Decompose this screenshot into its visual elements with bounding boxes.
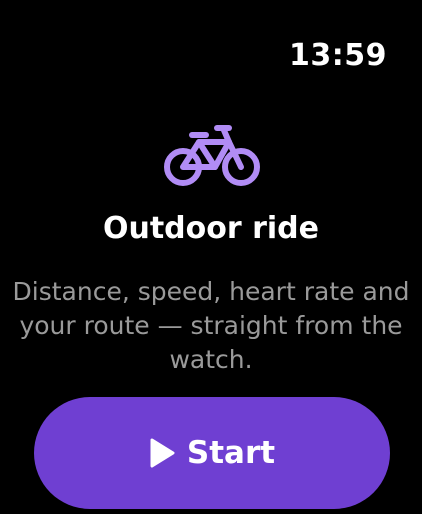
- workout-description: Distance, speed, heart rate and your rou…: [12, 277, 410, 374]
- status-time: 13:59: [289, 38, 387, 73]
- workout-title: Outdoor ride: [102, 211, 320, 246]
- play-icon: [150, 438, 175, 468]
- bicycle-icon: [164, 125, 260, 186]
- start-button[interactable]: Start: [34, 397, 390, 509]
- workout-start-screen: 13:59 Outdoor ride Distance, speed, hear…: [0, 0, 422, 514]
- start-button-label: Start: [186, 435, 276, 471]
